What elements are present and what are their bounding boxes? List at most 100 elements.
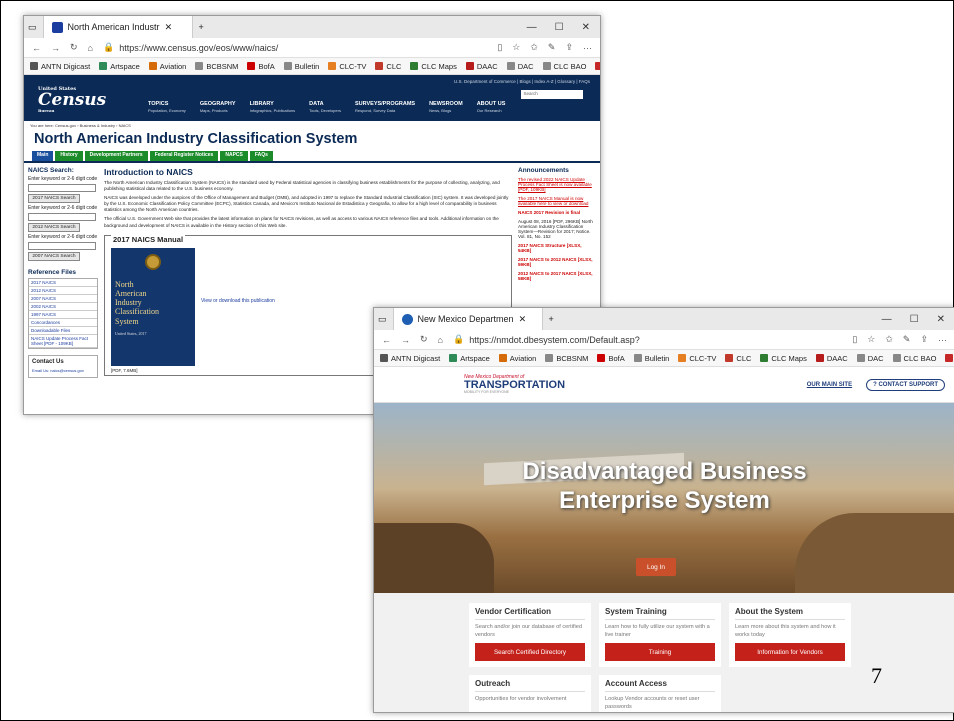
- census-tab[interactable]: History: [55, 151, 83, 161]
- login-button[interactable]: Log In: [636, 558, 676, 576]
- forward-icon[interactable]: →: [401, 335, 410, 345]
- favorite-link[interactable]: CLC: [725, 354, 751, 363]
- reference-file-link[interactable]: Concordances: [29, 319, 97, 327]
- favorites-hub-icon[interactable]: ✩: [530, 42, 538, 53]
- home-icon[interactable]: ⌂: [88, 43, 93, 53]
- census-tab[interactable]: FAQs: [249, 151, 273, 161]
- favorite-link[interactable]: Artspace: [99, 62, 140, 71]
- new-tab-icon[interactable]: +: [199, 22, 204, 32]
- close-tab-icon[interactable]: ✕: [519, 314, 527, 325]
- favorite-star-icon[interactable]: ☆: [867, 334, 875, 345]
- share-icon[interactable]: ⇪: [920, 334, 928, 345]
- favorite-link[interactable]: Bulletin: [633, 354, 669, 363]
- favorite-link[interactable]: DAAC: [465, 62, 498, 71]
- favorite-link[interactable]: DAAC: [815, 354, 848, 363]
- favorite-link[interactable]: CLC Maps: [760, 354, 807, 363]
- nmdot-logo[interactable]: New Mexico Department of TRANSPORTATION …: [464, 374, 565, 395]
- announcement-item[interactable]: 2012 NAICS to 2017 NAICS [XLSX, 58KB]: [518, 271, 596, 281]
- announcement-item[interactable]: 2017 NAICS to 2012 NAICS [XLSX, 59KB]: [518, 257, 596, 267]
- our-main-site-link[interactable]: OUR MAIN SITE: [807, 382, 852, 388]
- url-field[interactable]: 🔒 https://www.census.gov/eos/www/naics/: [103, 42, 487, 53]
- back-icon[interactable]: ←: [382, 335, 391, 345]
- favorite-link[interactable]: Aviation: [148, 62, 186, 71]
- naics-2017-input[interactable]: [28, 183, 96, 192]
- more-icon[interactable]: ···: [583, 43, 592, 53]
- close-tab-icon[interactable]: ✕: [165, 22, 173, 33]
- new-tab-icon[interactable]: +: [549, 314, 554, 324]
- view-download-link[interactable]: View or download this publication: [201, 298, 275, 304]
- forward-icon[interactable]: →: [51, 43, 60, 53]
- favorite-link[interactable]: CLC Maps: [410, 62, 457, 71]
- notes-icon[interactable]: ✎: [548, 42, 556, 53]
- census-nav-item[interactable]: TOPICS Population, Economy: [148, 101, 186, 113]
- favorite-link[interactable]: CLC: [375, 62, 401, 71]
- maximize-icon[interactable]: ☐: [555, 22, 564, 33]
- favorite-link[interactable]: Aviation: [498, 354, 536, 363]
- announcement-item[interactable]: NAICS 2017 Revision is final: [518, 210, 596, 215]
- contact-email-link[interactable]: Email Us: naics@census.gov: [32, 368, 84, 373]
- reference-file-link[interactable]: 1997 NAICS: [29, 311, 97, 319]
- census-nav-item[interactable]: ABOUT US Our Research: [477, 101, 506, 113]
- favorite-link[interactable]: ANTN Digicast: [380, 354, 440, 363]
- announcement-item[interactable]: The revised 2022 NAICS Update Process Fa…: [518, 177, 596, 192]
- naics-2012-input[interactable]: [28, 212, 96, 221]
- reference-file-link[interactable]: 2017 NAICS: [29, 279, 97, 287]
- favorite-link[interactable]: CLC BAO: [542, 62, 586, 71]
- contact-support-button[interactable]: ? CONTACT SUPPORT: [866, 378, 945, 391]
- favorite-link[interactable]: ANTN Digicast: [30, 62, 90, 71]
- reading-view-icon[interactable]: ▯: [852, 334, 857, 345]
- favorite-link[interactable]: Artspace: [449, 354, 490, 363]
- minimize-icon[interactable]: —: [882, 314, 892, 325]
- naics-2007-search-button[interactable]: 2007 NAICS Search: [28, 251, 80, 261]
- favorite-link[interactable]: CLC BAO: [892, 354, 936, 363]
- favorite-link[interactable]: CLC-TV: [678, 354, 716, 363]
- census-logo[interactable]: United States Census Bureau: [38, 87, 128, 113]
- census-search-input[interactable]: Search: [521, 89, 584, 99]
- card-button[interactable]: Information for Vendors: [735, 643, 845, 662]
- home-icon[interactable]: ⌂: [438, 335, 443, 345]
- census-nav-item[interactable]: LIBRARY Infographics, Publications: [250, 101, 296, 113]
- favorite-link[interactable]: CLC-TV: [328, 62, 366, 71]
- favorite-link[interactable]: DAC: [856, 354, 884, 363]
- census-nav-item[interactable]: SURVEYS/PROGRAMS Respond, Survey Data: [355, 101, 415, 113]
- favorite-link[interactable]: Bulletin: [283, 62, 319, 71]
- favorite-link[interactable]: BCBSNM: [545, 354, 588, 363]
- tab-census[interactable]: North American Industr ✕: [42, 16, 193, 38]
- card-button[interactable]: Training: [605, 643, 715, 662]
- tab-actions-icon[interactable]: ▭: [378, 314, 387, 325]
- announcement-item[interactable]: The 2017 NAICS Manual is now available h…: [518, 196, 596, 206]
- share-icon[interactable]: ⇪: [565, 42, 573, 53]
- maximize-icon[interactable]: ☐: [910, 314, 919, 325]
- reading-view-icon[interactable]: ▯: [497, 42, 502, 53]
- census-nav-item[interactable]: DATA Tools, Developers: [309, 101, 341, 113]
- reference-file-link[interactable]: Downloadable Files: [29, 327, 97, 335]
- census-nav-item[interactable]: NEWSROOM News, Blogs: [429, 101, 463, 113]
- refresh-icon[interactable]: ↻: [420, 334, 428, 345]
- favorite-link[interactable]: BofA: [247, 62, 275, 71]
- favorite-link[interactable]: BCBSNM: [195, 62, 238, 71]
- naics-manual-cover[interactable]: North American Industry Classification Syste…: [111, 247, 195, 366]
- banner-utility-links[interactable]: U.S. Department of Commerce | Blogs | In…: [454, 79, 590, 84]
- tab-nmdot[interactable]: New Mexico Departmen ✕: [392, 308, 543, 330]
- census-tab[interactable]: Federal Register Notices: [149, 151, 219, 161]
- favorite-link[interactable]: DAC: [506, 62, 534, 71]
- tab-actions-icon[interactable]: ▭: [28, 22, 37, 33]
- close-window-icon[interactable]: ✕: [582, 22, 590, 33]
- more-icon[interactable]: ···: [938, 335, 947, 345]
- reference-file-link[interactable]: NAICS Update Process Fact Sheet [PDF - 1…: [29, 335, 97, 348]
- url-field[interactable]: 🔒 https://nmdot.dbesystem.com/Default.asp…: [453, 334, 842, 345]
- naics-2017-search-button[interactable]: 2017 NAICS Search: [28, 193, 80, 203]
- reference-file-link[interactable]: 2002 NAICS: [29, 303, 97, 311]
- naics-2007-input[interactable]: [28, 241, 96, 250]
- breadcrumb[interactable]: You are here: Census.gov › Business & In…: [24, 121, 600, 130]
- census-nav-item[interactable]: GEOGRAPHY Maps, Products: [200, 101, 236, 113]
- back-icon[interactable]: ←: [32, 43, 41, 53]
- refresh-icon[interactable]: ↻: [70, 42, 78, 53]
- notes-icon[interactable]: ✎: [903, 334, 911, 345]
- close-window-icon[interactable]: ✕: [937, 314, 945, 325]
- minimize-icon[interactable]: —: [527, 22, 537, 33]
- card-button[interactable]: Search Certified Directory: [475, 643, 585, 662]
- census-tab[interactable]: Development Partners: [84, 151, 148, 161]
- favorite-link[interactable]: 30 for 30Shorts: [945, 354, 954, 363]
- favorite-star-icon[interactable]: ☆: [512, 42, 520, 53]
